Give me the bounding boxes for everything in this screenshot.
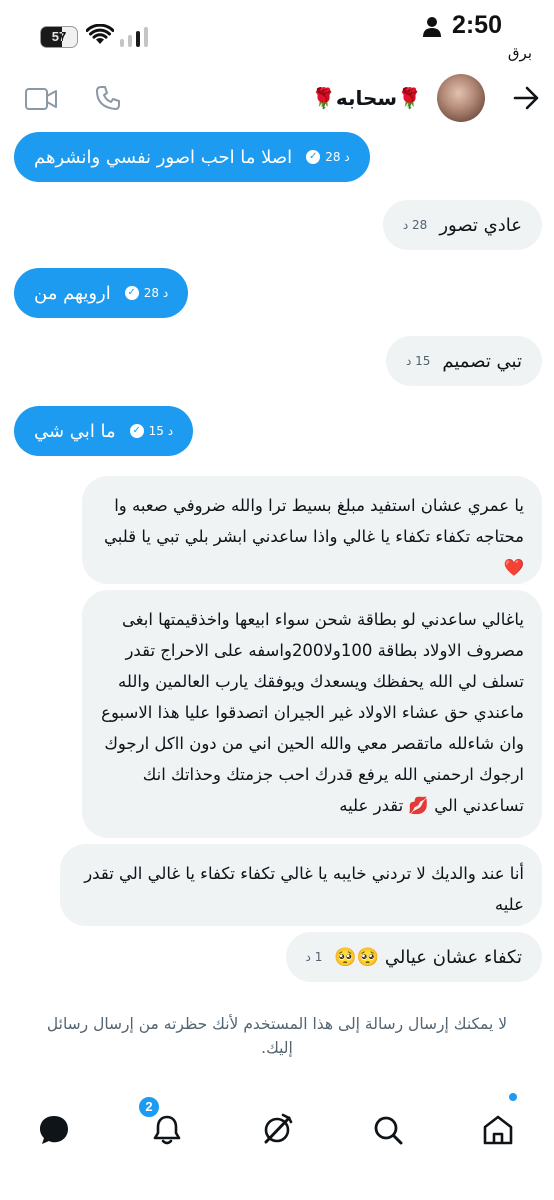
message-sent[interactable]: ما ابي شي ✓ 15 د bbox=[14, 406, 194, 456]
message-received[interactable]: أنا عند والديك لا تردني خايبه يا غالي تك… bbox=[60, 844, 542, 926]
chat-header: 🌹سحابه🌹 bbox=[0, 70, 554, 126]
message-text: ما ابي شي bbox=[34, 420, 116, 442]
message-sent[interactable]: اصلا ما احب اصور نفسي وانشرهم ✓ 28 د bbox=[14, 132, 370, 182]
message-received[interactable]: يا عمري عشان استفيد مبلغ بسيط ترا والله … bbox=[82, 476, 542, 584]
message-text: أنا عند والديك لا تردني خايبه يا غالي تك… bbox=[84, 864, 524, 914]
phone-icon[interactable] bbox=[94, 84, 122, 112]
heart-emoji: ❤️ bbox=[503, 558, 524, 577]
back-arrow-icon[interactable] bbox=[512, 84, 540, 112]
message-received[interactable]: ياغالي ساعدني لو بطاقة شحن سواء ابيعها و… bbox=[82, 590, 542, 838]
message-text: تكفاء عشان عيالي 🥺🥺 bbox=[334, 946, 522, 968]
search-icon[interactable] bbox=[364, 1106, 412, 1154]
message-text: عادي تصور bbox=[439, 214, 522, 236]
messages-icon[interactable] bbox=[30, 1106, 78, 1154]
message-text: اصلا ما احب اصور نفسي وانشرهم bbox=[34, 146, 293, 168]
message-received[interactable]: تبي تصميم 15 د bbox=[385, 336, 542, 386]
avatar[interactable] bbox=[437, 74, 485, 122]
battery-icon: 57 bbox=[40, 26, 78, 48]
message-text: يا عمري عشان استفيد مبلغ بسيط ترا والله … bbox=[104, 496, 524, 546]
message-time: 28 د bbox=[325, 150, 350, 164]
check-icon: ✓ bbox=[129, 424, 144, 438]
check-icon: ✓ bbox=[306, 150, 321, 164]
new-content-dot bbox=[509, 1093, 517, 1101]
carrier-label: برق bbox=[507, 44, 532, 62]
signal-icon bbox=[120, 27, 152, 47]
message-time: 1 د bbox=[305, 950, 323, 964]
message-received[interactable]: عادي تصور 28 د bbox=[382, 200, 542, 250]
message-sent[interactable]: ارويهم من ✓ 28 د bbox=[14, 268, 189, 318]
check-icon: ✓ bbox=[124, 286, 139, 300]
message-text: تبي تصميم bbox=[442, 350, 522, 372]
message-received[interactable]: تكفاء عشان عيالي 🥺🥺 1 د bbox=[285, 932, 542, 982]
message-text: ارويهم من bbox=[34, 282, 111, 304]
home-icon[interactable] bbox=[474, 1106, 522, 1154]
notification-badge: 2 bbox=[137, 1095, 161, 1119]
status-bar: 57 2:50 برق bbox=[0, 0, 554, 62]
clock: 2:50 bbox=[451, 11, 502, 39]
battery-level: 57 bbox=[51, 29, 67, 44]
bottom-nav bbox=[0, 1088, 554, 1200]
message-time: 28 د bbox=[143, 286, 169, 300]
video-icon[interactable] bbox=[24, 86, 58, 112]
message-text: ياغالي ساعدني لو بطاقة شحن سواء ابيعها و… bbox=[101, 610, 524, 815]
person-icon bbox=[423, 17, 441, 37]
contact-name[interactable]: 🌹سحابه🌹 bbox=[311, 86, 422, 110]
message-time: 15 د bbox=[148, 424, 174, 438]
message-time: 15 د bbox=[405, 354, 431, 368]
blocked-notice: لا يمكنك إرسال رسالة إلى هذا المستخدم لأ… bbox=[46, 1015, 508, 1057]
grok-icon[interactable] bbox=[253, 1106, 301, 1154]
message-time: 28 د bbox=[402, 218, 428, 232]
wifi-icon bbox=[86, 24, 114, 44]
